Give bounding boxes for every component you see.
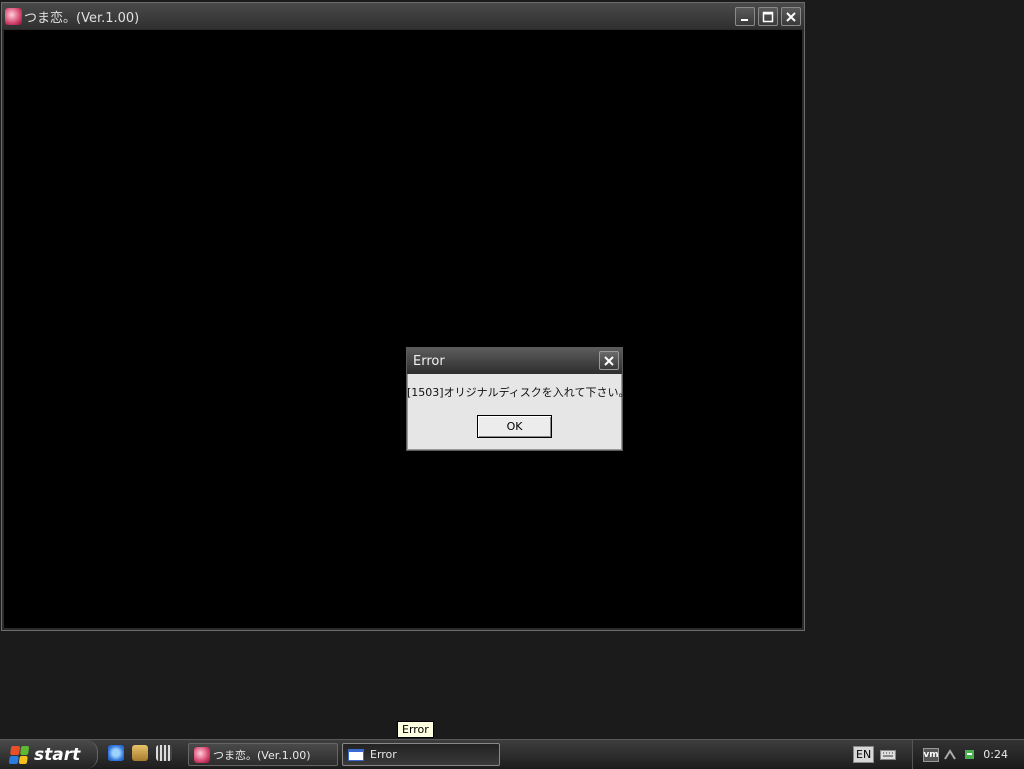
minimize-icon [741, 18, 748, 21]
maximize-icon [762, 11, 774, 22]
taskbar-tooltip: Error [397, 721, 434, 738]
language-indicator[interactable]: EN [853, 746, 875, 763]
close-icon [786, 11, 796, 22]
taskbar-item-main-window[interactable]: つま恋。(Ver.1.00) [188, 743, 338, 766]
close-icon [604, 355, 614, 366]
clock[interactable]: 0:24 [983, 748, 1008, 761]
close-button[interactable] [781, 7, 801, 26]
system-tray: vm 0:24 [912, 740, 1024, 769]
error-dialog: Error [1503]オリジナルディスクを入れて下さい。 OK [406, 347, 630, 451]
dialog-title: Error [413, 353, 445, 369]
dialog-message: [1503]オリジナルディスクを入れて下さい。 [407, 386, 630, 399]
game-canvas[interactable] [4, 30, 802, 628]
internet-explorer-icon[interactable] [108, 745, 124, 761]
taskbar-item-label: つま恋。(Ver.1.00) [213, 748, 311, 762]
app-icon[interactable] [5, 7, 22, 25]
taskbar-item-error[interactable]: Error [342, 743, 500, 766]
keyboard-icon[interactable] [880, 745, 897, 764]
start-button[interactable]: start [0, 740, 98, 769]
main-window-title: つま恋。(Ver.1.00) [24, 10, 140, 26]
window-icon [348, 748, 364, 761]
ok-button[interactable]: OK [477, 415, 552, 438]
vmware-tools-icon[interactable]: vm [923, 747, 939, 762]
app-icon [194, 746, 210, 763]
dialog-titlebar[interactable]: Error [407, 348, 622, 374]
tray-vm-label: vm [923, 749, 939, 760]
media-icon[interactable] [156, 745, 172, 761]
start-label: start [34, 744, 81, 765]
taskbar: start つま恋。(Ver.1.00) Error EN vm 0:24 [0, 739, 1024, 769]
window-controls [735, 7, 801, 26]
folder-explorer-icon[interactable] [132, 745, 148, 761]
network-icon[interactable] [943, 747, 958, 762]
dialog-close-button[interactable] [599, 351, 619, 370]
maximize-button[interactable] [758, 7, 778, 26]
windows-logo-icon [8, 745, 30, 764]
quick-launch [108, 745, 172, 761]
taskbar-item-label: Error [370, 748, 397, 761]
minimize-button[interactable] [735, 7, 755, 26]
main-window: つま恋。(Ver.1.00) [1, 2, 805, 631]
safely-remove-hardware-icon[interactable] [962, 747, 977, 762]
main-titlebar[interactable]: つま恋。(Ver.1.00) [2, 3, 804, 29]
language-bar: EN [853, 745, 897, 764]
